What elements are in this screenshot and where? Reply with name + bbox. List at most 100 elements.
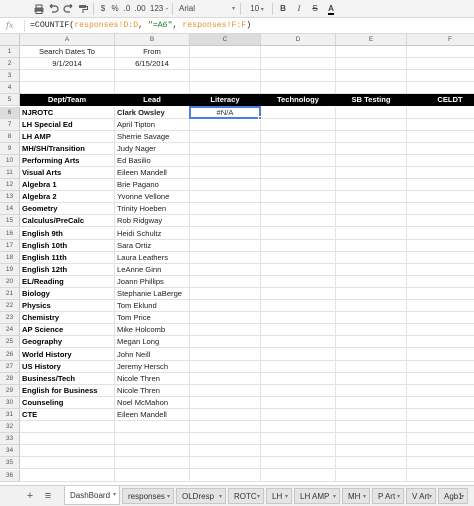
dept-cell[interactable]: Business/Tech xyxy=(20,372,115,385)
cell[interactable] xyxy=(190,239,261,252)
cell[interactable] xyxy=(190,324,261,337)
cell[interactable] xyxy=(336,445,407,458)
dept-cell[interactable]: Counseling xyxy=(20,396,115,409)
cell[interactable] xyxy=(336,457,407,470)
cell[interactable] xyxy=(336,421,407,434)
increase-decimals-icon[interactable]: .00 xyxy=(133,0,147,18)
column-header-c[interactable]: C xyxy=(190,34,261,46)
cell[interactable] xyxy=(407,470,474,482)
dept-cell[interactable]: English for Business xyxy=(20,384,115,397)
cell[interactable] xyxy=(336,154,407,167)
cell[interactable] xyxy=(190,445,261,458)
cell[interactable] xyxy=(115,433,190,446)
cell[interactable] xyxy=(190,469,261,482)
cell[interactable] xyxy=(407,203,474,216)
row-header[interactable]: 9 xyxy=(0,142,20,155)
cell[interactable] xyxy=(190,82,261,95)
from-label[interactable]: From xyxy=(115,46,190,59)
sheet-tab[interactable]: V Art ▾ xyxy=(406,488,436,504)
cell[interactable] xyxy=(20,82,115,95)
cell[interactable] xyxy=(407,349,474,361)
paint-format-icon[interactable] xyxy=(76,0,90,18)
row-header[interactable]: 6 xyxy=(0,106,20,119)
lead-cell[interactable]: Nicole Thren xyxy=(115,384,190,397)
cell[interactable] xyxy=(190,203,261,216)
dept-cell[interactable]: EL/Reading xyxy=(20,275,115,288)
cell[interactable] xyxy=(336,384,407,397)
row-header[interactable]: 13 xyxy=(0,191,20,204)
search-dates-label[interactable]: Search Dates To xyxy=(20,46,115,59)
cell[interactable] xyxy=(190,251,261,264)
cell[interactable] xyxy=(261,348,336,361)
cell[interactable] xyxy=(190,58,261,71)
header-cell[interactable]: Technology xyxy=(261,94,336,107)
row-header[interactable]: 26 xyxy=(0,348,20,361)
dept-cell[interactable]: AP Science xyxy=(20,324,115,337)
dept-cell[interactable]: English 12th xyxy=(20,263,115,276)
row-header[interactable]: 34 xyxy=(0,445,20,458)
cell[interactable] xyxy=(407,397,474,409)
cell[interactable] xyxy=(261,142,336,155)
cell[interactable] xyxy=(336,336,407,349)
cell[interactable] xyxy=(261,167,336,180)
cell[interactable] xyxy=(261,409,336,422)
lead-cell[interactable]: Clark Owsley xyxy=(115,106,190,119)
dept-cell[interactable]: English 9th xyxy=(20,227,115,240)
row-header[interactable]: 31 xyxy=(0,409,20,422)
cell[interactable] xyxy=(407,143,474,155)
cell[interactable] xyxy=(407,58,474,71)
cell[interactable] xyxy=(407,228,474,240)
lead-cell[interactable]: Judy Nager xyxy=(115,142,190,155)
cell[interactable] xyxy=(407,373,474,385)
dept-cell[interactable]: English 10th xyxy=(20,239,115,252)
cell[interactable] xyxy=(407,119,474,131)
cell[interactable] xyxy=(336,46,407,59)
lead-cell[interactable]: Laura Leathers xyxy=(115,251,190,264)
cell[interactable] xyxy=(336,288,407,301)
cell[interactable] xyxy=(20,457,115,470)
cell[interactable] xyxy=(407,457,474,470)
row-header[interactable]: 10 xyxy=(0,154,20,167)
cell[interactable] xyxy=(336,251,407,264)
cell[interactable] xyxy=(261,275,336,288)
cell[interactable] xyxy=(407,179,474,192)
cell[interactable] xyxy=(261,324,336,337)
dept-cell[interactable]: MH/SH/Transition xyxy=(20,142,115,155)
row-header[interactable]: 1 xyxy=(0,46,20,59)
cell[interactable] xyxy=(407,361,474,373)
chevron-down-icon[interactable]: ▾ xyxy=(461,489,464,503)
cell[interactable] xyxy=(407,82,474,95)
cell[interactable] xyxy=(336,191,407,204)
row-header[interactable]: 36 xyxy=(0,469,20,482)
cell[interactable] xyxy=(115,457,190,470)
cell[interactable] xyxy=(190,433,261,446)
cell[interactable] xyxy=(336,239,407,252)
cell[interactable] xyxy=(336,360,407,373)
dept-cell[interactable]: Biology xyxy=(20,288,115,301)
dept-cell[interactable]: Physics xyxy=(20,300,115,313)
chevron-down-icon[interactable]: ▾ xyxy=(257,489,260,503)
dept-cell[interactable]: Visual Arts xyxy=(20,167,115,180)
dept-cell[interactable]: English 11th xyxy=(20,251,115,264)
dept-cell[interactable]: US History xyxy=(20,360,115,373)
cell[interactable] xyxy=(115,70,190,83)
cell[interactable] xyxy=(261,263,336,276)
lead-cell[interactable]: Tom Eklund xyxy=(115,300,190,313)
sheet-tab[interactable]: DashBoard ▾ xyxy=(64,486,120,505)
cell[interactable] xyxy=(261,130,336,143)
row-header[interactable]: 29 xyxy=(0,384,20,397)
row-header[interactable]: 32 xyxy=(0,421,20,434)
row-header[interactable]: 20 xyxy=(0,275,20,288)
cell[interactable] xyxy=(190,130,261,143)
chevron-down-icon[interactable]: ▾ xyxy=(167,489,170,503)
cell[interactable] xyxy=(190,421,261,434)
cell[interactable] xyxy=(336,82,407,95)
row-header[interactable]: 5 xyxy=(0,94,20,107)
cell[interactable] xyxy=(407,70,474,83)
cell[interactable] xyxy=(407,421,474,434)
cell[interactable] xyxy=(407,167,474,180)
cell[interactable] xyxy=(190,312,261,325)
row-header[interactable]: 11 xyxy=(0,167,20,180)
fill-handle[interactable] xyxy=(258,115,262,120)
cell[interactable] xyxy=(336,409,407,422)
